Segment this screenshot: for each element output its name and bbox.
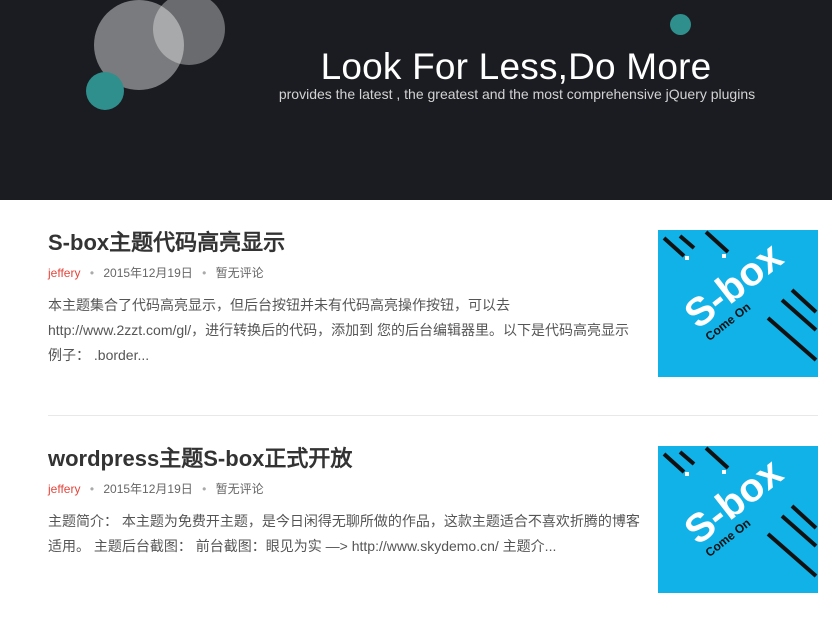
sbox-thumbnail-graphic: S-box Come On	[658, 446, 818, 593]
hero-banner: Look For Less,Do More provides the lates…	[0, 0, 832, 200]
post-excerpt: 主题简介： 本主题为免费开主题，是今日闲得无聊所做的作品，这款主题适合不喜欢折腾…	[48, 513, 640, 554]
decor-circle	[670, 14, 691, 35]
post-card: wordpress主题S-box正式开放 jeffery • 2015年12月1…	[48, 446, 818, 593]
post-comments-link[interactable]: 暂无评论	[216, 266, 264, 280]
hero-subtitle: provides the latest , the greatest and t…	[278, 86, 756, 102]
post-thumbnail[interactable]: S-box Come On	[658, 230, 818, 377]
post-comments-link[interactable]: 暂无评论	[216, 482, 264, 496]
hero-title: Look For Less,Do More	[320, 46, 712, 87]
post-author[interactable]: jeffery	[48, 482, 80, 496]
post-divider	[48, 415, 818, 416]
sbox-thumbnail-graphic: S-box Come On	[658, 230, 818, 377]
post-excerpt: 本主题集合了代码高亮显示，但后台按钮并未有代码高亮操作按钮，可以去http://…	[48, 297, 630, 363]
post-thumbnail[interactable]: S-box Come On	[658, 446, 818, 593]
meta-separator: •	[89, 482, 95, 496]
meta-separator: •	[89, 266, 95, 280]
meta-separator: •	[202, 482, 207, 496]
meta-separator: •	[202, 266, 207, 280]
post-date: 2015年12月19日	[103, 482, 193, 496]
post-author[interactable]: jeffery	[48, 266, 80, 280]
post-date: 2015年12月19日	[103, 266, 193, 280]
post-card: S-box主题代码高亮显示 jeffery • 2015年12月19日 • 暂无…	[48, 230, 818, 377]
